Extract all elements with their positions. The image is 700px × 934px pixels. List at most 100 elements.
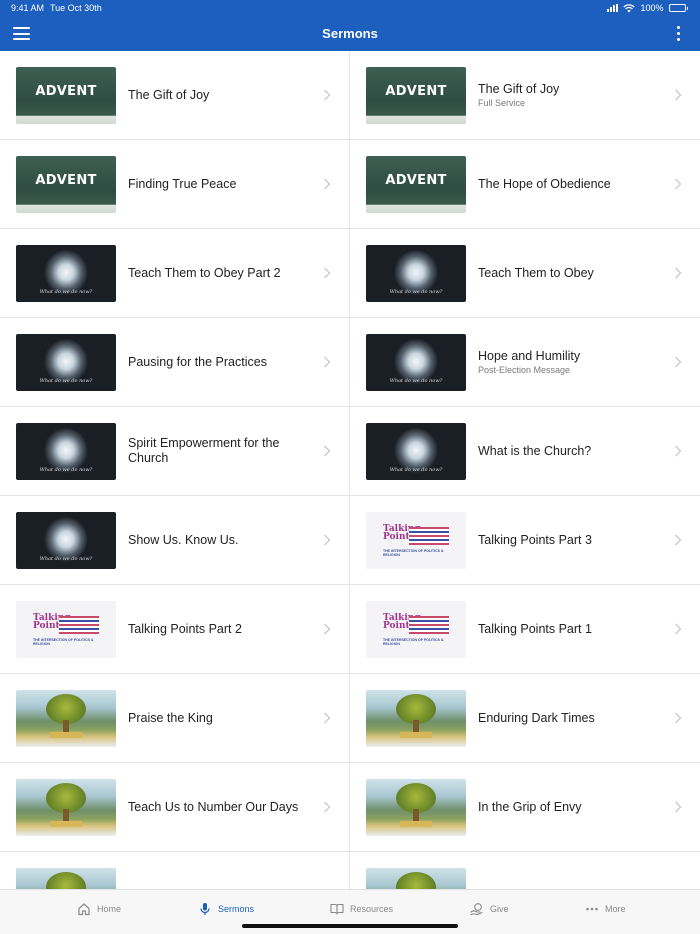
sermon-item[interactable]: What do we do now? Teach Them to Obey Par… — [0, 229, 350, 318]
sermon-title: Spirit Empowerment for the Church — [128, 436, 280, 465]
tab-home-label: Home — [97, 904, 122, 914]
chevron-right-icon — [675, 89, 682, 101]
sermon-item[interactable]: ADVENT Finding True Peace — [0, 140, 350, 229]
sermon-item[interactable]: What do we do now? Show Us. Know Us. — [0, 496, 350, 585]
chevron-right-icon — [675, 801, 682, 813]
sermon-item[interactable]: Enduring Dark Times — [350, 674, 700, 763]
sermon-title: Talking Points Part 1 — [478, 621, 592, 636]
sermon-grid: ADVENT The Gift of Joy ADVENT The Gift of J… — [0, 51, 700, 889]
chevron-right-icon — [324, 534, 331, 546]
microphone-icon — [200, 903, 210, 915]
chevron-right-icon — [324, 623, 331, 635]
sermon-item[interactable]: Talking Points THE INTERSECTION OF POLITI… — [350, 496, 700, 585]
sermon-item[interactable]: What do we do now? Hope and Humility Post-… — [350, 318, 700, 407]
sermon-thumbnail — [366, 868, 466, 889]
tab-give[interactable]: Give — [470, 902, 509, 916]
thumbnail-text: What do we do now? — [389, 467, 443, 473]
sermon-thumbnail: What do we do now? — [366, 334, 466, 391]
sermon-thumbnail: What do we do now? — [16, 334, 116, 391]
chevron-right-icon — [324, 356, 331, 368]
sermon-thumbnail — [16, 779, 116, 836]
chevron-right-icon — [675, 712, 682, 724]
sermon-thumbnail — [16, 868, 116, 889]
sermon-title: Finding True Peace — [128, 176, 237, 191]
tab-home[interactable]: Home — [77, 902, 121, 916]
tab-sermons[interactable]: Sermons — [198, 902, 254, 916]
chevron-right-icon — [324, 178, 331, 190]
tab-give-label: Give — [490, 904, 509, 914]
sermon-item[interactable]: Talking Points THE INTERSECTION OF POLITI… — [350, 585, 700, 674]
sermon-item[interactable]: What do we do now? Teach Them to Obey — [350, 229, 700, 318]
thumbnail-subtext: THE INTERSECTION OF POLITICS & RELIGION — [383, 637, 444, 646]
status-date: Tue Oct 30th — [50, 3, 102, 13]
thumbnail-text: ADVENT — [35, 173, 97, 188]
chevron-right-icon — [324, 267, 331, 279]
sermon-item[interactable]: ADVENT The Hope of Obedience — [350, 140, 700, 229]
home-indicator[interactable] — [242, 924, 458, 928]
sermon-thumbnail: ADVENT — [16, 67, 116, 124]
sermon-thumbnail — [366, 690, 466, 747]
sermon-item[interactable]: What do we do now? Spirit Empowerment for… — [0, 407, 350, 496]
book-icon — [330, 903, 344, 915]
sermon-item[interactable]: Face Spiritual Depression — [0, 852, 350, 889]
sermon-title: Talking Points Part 3 — [478, 532, 592, 547]
sermon-thumbnail: Talking Points THE INTERSECTION OF POLITI… — [16, 601, 116, 658]
thumbnail-text: ADVENT — [385, 173, 447, 188]
wifi-icon — [623, 3, 636, 12]
battery-icon — [668, 4, 688, 12]
sermon-title: Pausing for the Practices — [128, 354, 267, 369]
thumbnail-text: What do we do now? — [389, 378, 443, 384]
sermon-title: Teach Them to Obey — [478, 265, 594, 280]
app-header: 9:41 AM Tue Oct 30th 100% Sermons — [0, 0, 700, 51]
sermon-item[interactable]: What do we do now? What is the Church? — [350, 407, 700, 496]
cellular-signal-icon — [607, 4, 619, 12]
sermon-title: Teach Them to Obey Part 2 — [128, 265, 281, 280]
thumbnail-text: ADVENT — [35, 84, 97, 99]
sermon-thumbnail: ADVENT — [16, 156, 116, 213]
battery-percent: 100% — [640, 3, 664, 13]
sermon-title: What is the Church? — [478, 443, 592, 458]
status-time: 9:41 AM — [11, 3, 45, 13]
sermon-subtitle: Post-Election Message — [478, 365, 571, 375]
sermon-item[interactable] — [350, 852, 700, 889]
tab-sermons-label: Sermons — [218, 904, 255, 914]
chevron-right-icon — [324, 445, 331, 457]
sermon-item[interactable]: What do we do now? Pausing for the Practi… — [0, 318, 350, 407]
sermon-title: Praise the King — [128, 710, 213, 725]
sermon-item[interactable]: ADVENT The Gift of Joy Full Service — [350, 51, 700, 140]
more-options-icon[interactable] — [675, 26, 681, 41]
thumbnail-text: What do we do now? — [389, 289, 443, 295]
chevron-right-icon — [324, 89, 331, 101]
sermon-item[interactable]: In the Grip of Envy — [350, 763, 700, 852]
tab-more-label: More — [605, 904, 626, 914]
sermon-thumbnail — [16, 690, 116, 747]
sermon-thumbnail: What do we do now? — [366, 423, 466, 480]
thumbnail-subtext: THE INTERSECTION OF POLITICS & RELIGION — [383, 548, 444, 557]
sermon-item[interactable]: Talking Points THE INTERSECTION OF POLITI… — [0, 585, 350, 674]
chevron-right-icon — [675, 178, 682, 190]
sermon-thumbnail: What do we do now? — [16, 423, 116, 480]
sermon-title: Enduring Dark Times — [478, 710, 595, 725]
sermon-title: Show Us. Know Us. — [128, 532, 239, 547]
thumbnail-subtext: THE INTERSECTION OF POLITICS & RELIGION — [33, 637, 94, 646]
sermon-title: The Hope of Obedience — [478, 176, 611, 191]
sermon-item[interactable]: Praise the King — [0, 674, 350, 763]
sermon-item[interactable]: Teach Us to Number Our Days — [0, 763, 350, 852]
more-dots-icon — [586, 907, 598, 911]
tab-resources-label: Resources — [350, 904, 394, 914]
sermon-thumbnail: What do we do now? — [16, 245, 116, 302]
sermon-item[interactable]: ADVENT The Gift of Joy — [0, 51, 350, 140]
chevron-right-icon — [324, 712, 331, 724]
thumbnail-text: What do we do now? — [39, 378, 93, 384]
thumbnail-text: What do we do now? — [39, 289, 93, 295]
chevron-right-icon — [675, 267, 682, 279]
status-bar: 9:41 AM Tue Oct 30th 100% — [0, 3, 700, 15]
sermon-thumbnail — [366, 779, 466, 836]
sermon-thumbnail: ADVENT — [366, 156, 466, 213]
home-icon — [78, 903, 90, 916]
tab-resources[interactable]: Resources — [330, 902, 393, 916]
thumbnail-text: What do we do now? — [39, 556, 93, 562]
sermon-title: The Gift of Joy — [128, 87, 210, 102]
tab-more[interactable]: More — [585, 902, 626, 916]
sermon-title: Talking Points Part 2 — [128, 621, 242, 636]
